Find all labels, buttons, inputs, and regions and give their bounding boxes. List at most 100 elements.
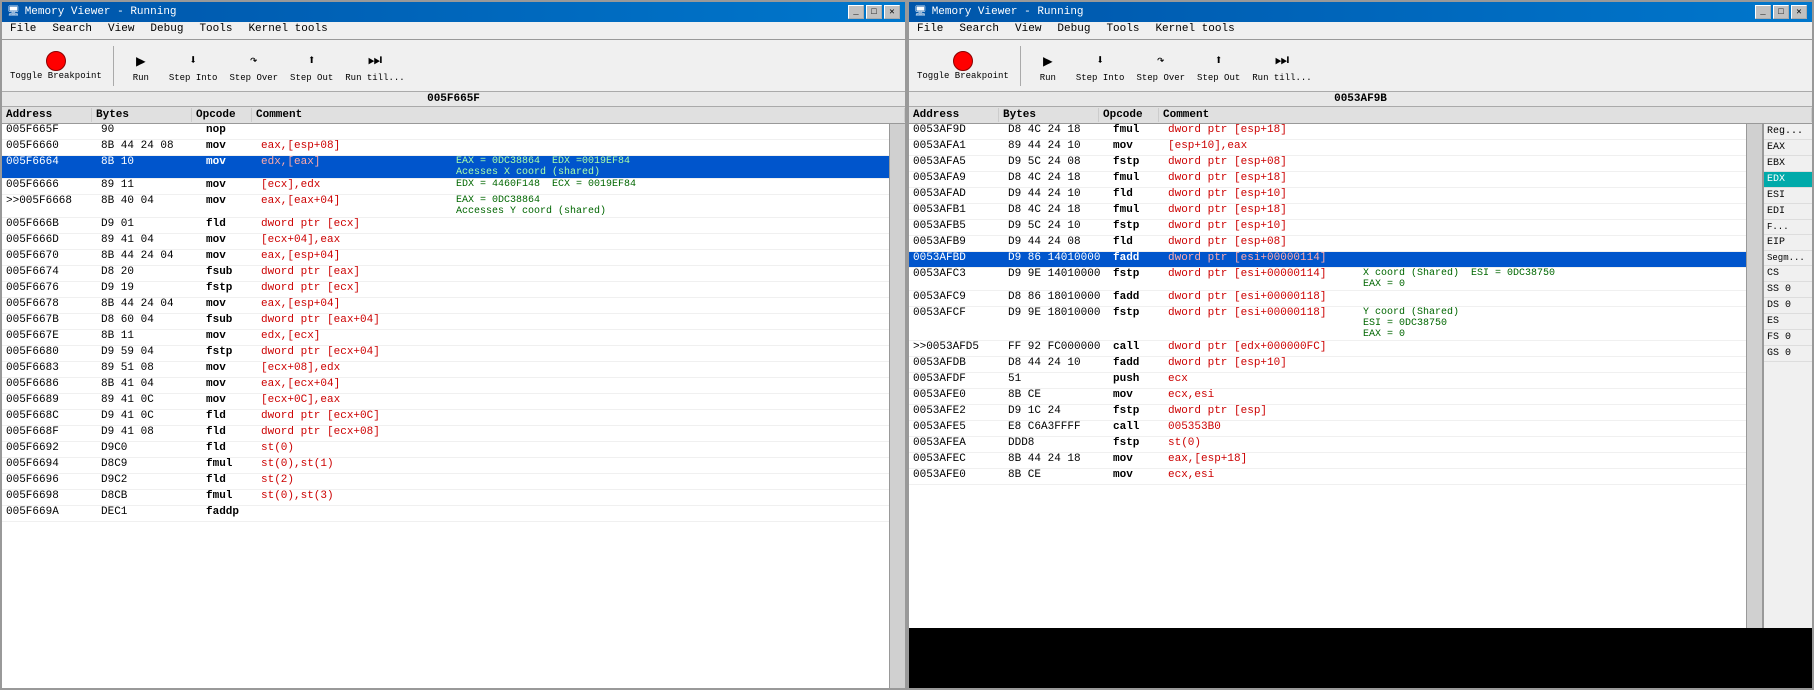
reg-eip[interactable]: EIP: [1764, 235, 1812, 251]
right-menu-kernel[interactable]: Kernel tools: [1147, 22, 1242, 39]
left-step-into-btn[interactable]: ⬇ Step Into: [165, 47, 222, 85]
table-row[interactable]: 005F66608B 44 24 08moveax,[esp+08]: [2, 140, 889, 156]
table-row[interactable]: 0053AFCFD9 9E 18010000fstpdword ptr [esi…: [909, 307, 1746, 341]
table-row[interactable]: 005F6694D8C9fmulst(0),st(1): [2, 458, 889, 474]
table-row[interactable]: >>0053AFD5FF 92 FC000000calldword ptr [e…: [909, 341, 1746, 357]
left-step-out-btn[interactable]: ⬆ Step Out: [286, 47, 337, 85]
table-row[interactable]: 005F666BD9 01flddword ptr [ecx]: [2, 218, 889, 234]
table-row[interactable]: 005F668FD9 41 08flddword ptr [ecx+08]: [2, 426, 889, 442]
table-row[interactable]: 005F6696D9C2fldst(2): [2, 474, 889, 490]
table-row[interactable]: >>005F66688B 40 04moveax,[eax+04]EAX = 0…: [2, 195, 889, 218]
table-row[interactable]: 0053AFEADDD8fstpst(0): [909, 437, 1746, 453]
table-row[interactable]: 0053AFDBD8 44 24 10fadddword ptr [esp+10…: [909, 357, 1746, 373]
right-minimize-btn[interactable]: _: [1755, 5, 1771, 19]
table-row[interactable]: 005F66788B 44 24 04moveax,[esp+04]: [2, 298, 889, 314]
right-step-into-btn[interactable]: ⬇ Step Into: [1072, 47, 1129, 85]
left-run-btn[interactable]: ▶ Run: [121, 47, 161, 85]
table-row[interactable]: 0053AFBDD9 86 14010000fadddword ptr [esi…: [909, 252, 1746, 268]
table-row[interactable]: 005F6674D8 20fsubdword ptr [eax]: [2, 266, 889, 282]
reg-f[interactable]: F...: [1764, 220, 1812, 235]
right-run-till-btn[interactable]: ⏭ Run till...: [1248, 47, 1315, 85]
table-row[interactable]: 0053AFE2D9 1C 24fstpdword ptr [esp]: [909, 405, 1746, 421]
right-close-btn[interactable]: ✕: [1791, 5, 1807, 19]
reg-eax[interactable]: EAX: [1764, 140, 1812, 156]
right-run-btn[interactable]: ▶ Run: [1028, 47, 1068, 85]
right-menu-search[interactable]: Search: [951, 22, 1007, 39]
reg-ebx[interactable]: EBX: [1764, 156, 1812, 172]
cell-operands: dword ptr [esp+18]: [1164, 204, 1359, 216]
table-row[interactable]: 0053AFE08B CEmovecx,esi: [909, 469, 1746, 485]
table-row[interactable]: 0053AFB1D8 4C 24 18fmuldword ptr [esp+18…: [909, 204, 1746, 220]
right-code-list[interactable]: 0053AF9DD8 4C 24 18fmuldword ptr [esp+18…: [909, 124, 1746, 628]
cell-address: 0053AFDF: [909, 373, 1004, 385]
table-row[interactable]: 005F669ADEC1faddp: [2, 506, 889, 522]
table-row[interactable]: 0053AFEC8B 44 24 18moveax,[esp+18]: [909, 453, 1746, 469]
table-row[interactable]: 005F666689 11mov[ecx],edxEDX = 4460F148 …: [2, 179, 889, 195]
table-row[interactable]: 0053AFA189 44 24 10mov[esp+10],eax: [909, 140, 1746, 156]
left-menu-kernel[interactable]: Kernel tools: [240, 22, 335, 39]
right-menu-view[interactable]: View: [1007, 22, 1049, 39]
table-row[interactable]: 005F667BD8 60 04fsubdword ptr [eax+04]: [2, 314, 889, 330]
left-menu-debug[interactable]: Debug: [142, 22, 191, 39]
table-row[interactable]: 005F6676D9 19fstpdword ptr [ecx]: [2, 282, 889, 298]
table-row[interactable]: 005F66868B 41 04moveax,[ecx+04]: [2, 378, 889, 394]
table-row[interactable]: 005F665F90nop: [2, 124, 889, 140]
right-toggle-breakpoint-btn[interactable]: Toggle Breakpoint: [913, 49, 1013, 83]
reg-ss[interactable]: SS 0: [1764, 282, 1812, 298]
cell-address: 0053AFA1: [909, 140, 1004, 152]
table-row[interactable]: 0053AF9DD8 4C 24 18fmuldword ptr [esp+18…: [909, 124, 1746, 140]
table-row[interactable]: 0053AFB5D9 5C 24 10fstpdword ptr [esp+10…: [909, 220, 1746, 236]
right-maximize-btn[interactable]: □: [1773, 5, 1789, 19]
table-row[interactable]: 0053AFADD9 44 24 10flddword ptr [esp+10]: [909, 188, 1746, 204]
table-row[interactable]: 005F66708B 44 24 04moveax,[esp+04]: [2, 250, 889, 266]
left-close-btn[interactable]: ✕: [884, 5, 900, 19]
cell-operands: dword ptr [ecx+04]: [257, 346, 452, 358]
right-step-over-btn[interactable]: ↷ Step Over: [1132, 47, 1189, 85]
left-menu-search[interactable]: Search: [44, 22, 100, 39]
cell-opcode: call: [1109, 421, 1164, 433]
table-row[interactable]: 0053AFE5E8 C6A3FFFFcall005353B0: [909, 421, 1746, 437]
table-row[interactable]: 0053AFA9D8 4C 24 18fmuldword ptr [esp+18…: [909, 172, 1746, 188]
left-run-till-btn[interactable]: ⏭ Run till...: [341, 47, 408, 85]
reg-cs[interactable]: CS: [1764, 266, 1812, 282]
left-menu-file[interactable]: File: [2, 22, 44, 39]
cell-opcode: faddp: [202, 506, 257, 518]
left-scrollbar[interactable]: [889, 124, 905, 688]
table-row[interactable]: 005F6692D9C0fldst(0): [2, 442, 889, 458]
table-row[interactable]: 005F668389 51 08mov[ecx+08],edx: [2, 362, 889, 378]
right-menu-debug[interactable]: Debug: [1049, 22, 1098, 39]
reg-edi[interactable]: EDI: [1764, 204, 1812, 220]
reg-fs[interactable]: FS 0: [1764, 330, 1812, 346]
right-scrollbar[interactable]: [1746, 124, 1762, 628]
table-row[interactable]: 005F666D89 41 04mov[ecx+04],eax: [2, 234, 889, 250]
reg-es[interactable]: ES: [1764, 314, 1812, 330]
table-row[interactable]: 0053AFC9D8 86 18010000fadddword ptr [esi…: [909, 291, 1746, 307]
table-row[interactable]: 0053AFA5D9 5C 24 08fstpdword ptr [esp+08…: [909, 156, 1746, 172]
reg-gs[interactable]: GS 0: [1764, 346, 1812, 362]
right-step-out-btn[interactable]: ⬆ Step Out: [1193, 47, 1244, 85]
left-minimize-btn[interactable]: _: [848, 5, 864, 19]
table-row[interactable]: 005F668CD9 41 0Cflddword ptr [ecx+0C]: [2, 410, 889, 426]
table-row[interactable]: 0053AFC3D9 9E 14010000fstpdword ptr [esi…: [909, 268, 1746, 291]
left-step-over-btn[interactable]: ↷ Step Over: [225, 47, 282, 85]
table-row[interactable]: 0053AFB9D9 44 24 08flddword ptr [esp+08]: [909, 236, 1746, 252]
left-menu-tools[interactable]: Tools: [191, 22, 240, 39]
reg-ds[interactable]: DS 0: [1764, 298, 1812, 314]
table-row[interactable]: 005F668989 41 0Cmov[ecx+0C],eax: [2, 394, 889, 410]
reg-esi[interactable]: ESI: [1764, 188, 1812, 204]
table-row[interactable]: 005F6698D8CBfmulst(0),st(3): [2, 490, 889, 506]
reg-edx[interactable]: EDX: [1764, 172, 1812, 188]
left-toggle-breakpoint-btn[interactable]: Toggle Breakpoint: [6, 49, 106, 83]
cell-operands: dword ptr [esp+08]: [1164, 236, 1359, 248]
right-menu-tools[interactable]: Tools: [1098, 22, 1147, 39]
right-menu-file[interactable]: File: [909, 22, 951, 39]
table-row[interactable]: 0053AFE08B CEmovecx,esi: [909, 389, 1746, 405]
left-maximize-btn[interactable]: □: [866, 5, 882, 19]
table-row[interactable]: 0053AFDF51pushecx: [909, 373, 1746, 389]
left-menu-view[interactable]: View: [100, 22, 142, 39]
left-code-list[interactable]: 005F665F90nop005F66608B 44 24 08moveax,[…: [2, 124, 889, 688]
cell-opcode: mov: [202, 140, 257, 152]
table-row[interactable]: 005F66648B 10movedx,[eax]EAX = 0DC38864 …: [2, 156, 889, 179]
table-row[interactable]: 005F667E8B 11movedx,[ecx]: [2, 330, 889, 346]
table-row[interactable]: 005F6680D9 59 04fstpdword ptr [ecx+04]: [2, 346, 889, 362]
